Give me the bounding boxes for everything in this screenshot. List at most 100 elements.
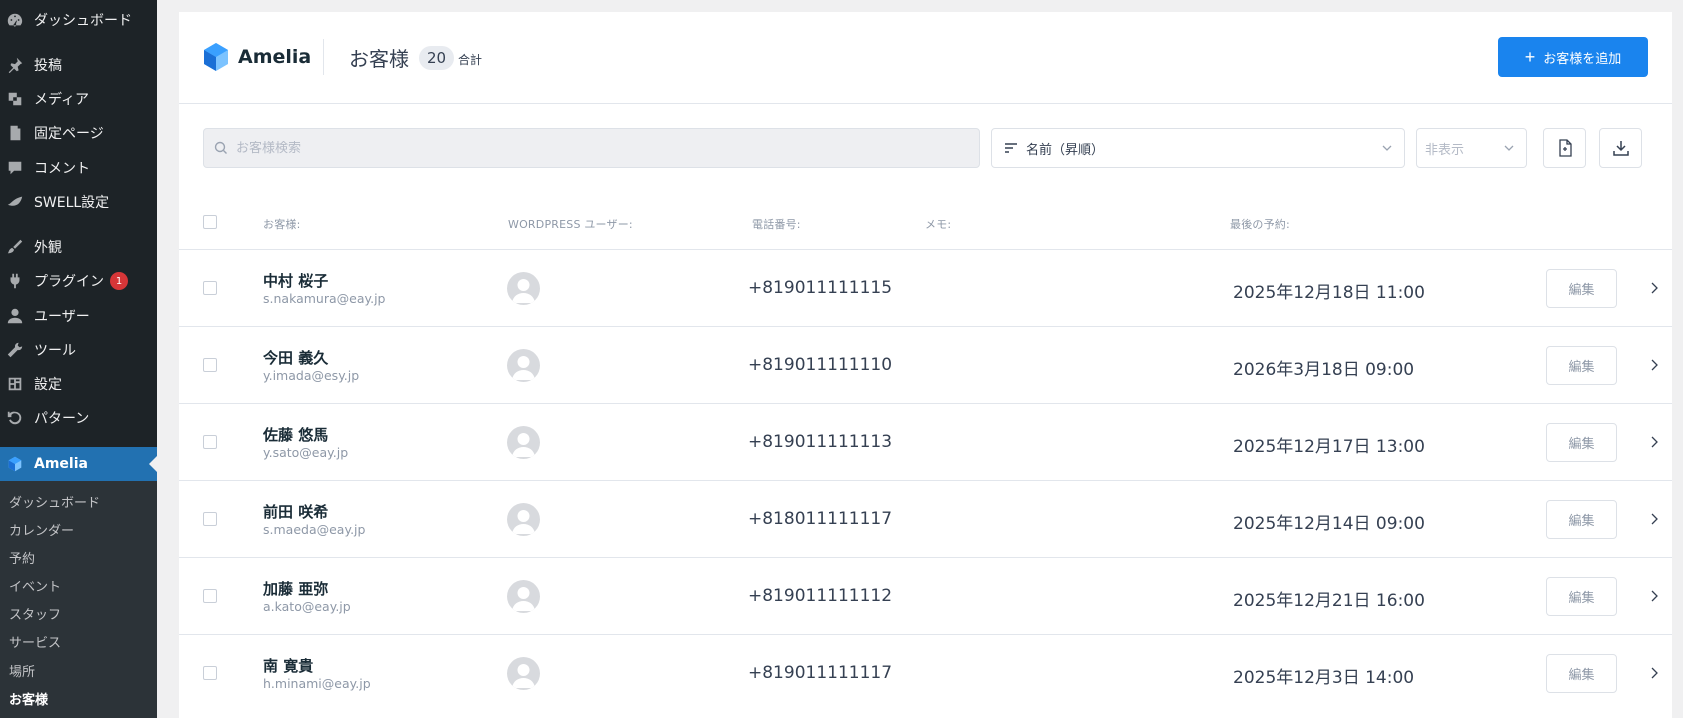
table-row[interactable]: 加藤 亜弥 a.kato@eay.jp +819011111112 2025年1…: [179, 557, 1672, 634]
pattern-icon: [5, 408, 25, 428]
customer-phone: +819011111112: [748, 586, 893, 606]
comment-icon: [5, 158, 25, 178]
submenu-dashboard[interactable]: ダッシュボード: [9, 492, 100, 511]
page-title: お客様: [349, 47, 409, 71]
sidebar-item-label: ツール: [34, 343, 76, 359]
customer-name: 佐藤 悠馬: [263, 426, 329, 444]
sidebar-item-pages[interactable]: 固定ページ: [0, 116, 157, 150]
sidebar-item-tools[interactable]: ツール: [0, 333, 157, 367]
table-row[interactable]: 中村 桜子 s.nakamura@eay.jp +819011111115 20…: [179, 249, 1672, 326]
sidebar-item-comments[interactable]: コメント: [0, 151, 157, 185]
admin-sidebar: ダッシュボード 投稿 メディア 固定ページ コメント SWELL設定 外観 プラ…: [0, 0, 157, 718]
column-header-last-appointment: 最後の予約:: [1230, 218, 1290, 231]
sort-value: 名前（昇順）: [1026, 142, 1105, 158]
customer-email: h.minami@eay.jp: [263, 676, 371, 691]
column-header-wp-user: WORDPRESS ユーザー:: [508, 218, 633, 231]
sidebar-item-plugins[interactable]: プラグイン 1: [0, 264, 157, 298]
sidebar-item-label: パターン: [34, 411, 90, 427]
chevron-right-icon[interactable]: [1649, 281, 1659, 295]
table-row[interactable]: 前田 咲希 s.maeda@eay.jp +818011111117 2025年…: [179, 480, 1672, 557]
user-icon: [5, 306, 25, 326]
submenu-staff[interactable]: スタッフ: [9, 604, 61, 623]
customer-name: 加藤 亜弥: [263, 580, 329, 598]
add-customer-button[interactable]: + お客様を追加: [1498, 37, 1648, 77]
edit-button[interactable]: 編集: [1546, 654, 1617, 693]
search-input[interactable]: [236, 140, 936, 156]
edit-button[interactable]: 編集: [1546, 423, 1617, 462]
submenu-appointments[interactable]: 予約: [9, 548, 35, 567]
row-checkbox[interactable]: [203, 666, 217, 680]
sidebar-item-settings[interactable]: 設定: [0, 367, 157, 401]
last-appointment: 2025年12月14日 09:00: [1233, 514, 1425, 534]
sidebar-item-label: プラグイン: [34, 274, 104, 290]
table-row[interactable]: 今田 義久 y.imada@esy.jp +819011111110 2026年…: [179, 326, 1672, 403]
edit-button[interactable]: 編集: [1546, 269, 1617, 308]
file-import-icon: [1558, 139, 1572, 157]
column-header-memo: メモ:: [925, 218, 952, 231]
amelia-icon: [5, 454, 25, 474]
sidebar-item-patterns[interactable]: パターン: [0, 401, 157, 435]
avatar: [507, 349, 540, 382]
chevron-down-icon: [1382, 145, 1392, 151]
page-icon: [5, 123, 25, 143]
chevron-right-icon[interactable]: [1649, 435, 1659, 449]
customer-search[interactable]: [203, 128, 980, 168]
table-row[interactable]: 南 寛貴 h.minami@eay.jp +819011111117 2025年…: [179, 634, 1672, 711]
submenu-locations[interactable]: 場所: [9, 661, 35, 680]
edit-button[interactable]: 編集: [1546, 500, 1617, 539]
row-checkbox[interactable]: [203, 435, 217, 449]
sidebar-item-label: ユーザー: [34, 309, 90, 325]
sidebar-item-label: 投稿: [34, 58, 62, 74]
settings-icon: [5, 374, 25, 394]
export-button[interactable]: [1599, 128, 1642, 168]
chevron-right-icon[interactable]: [1649, 358, 1659, 372]
column-header-customer: お客様:: [263, 218, 301, 231]
sidebar-item-users[interactable]: ユーザー: [0, 299, 157, 333]
sidebar-item-label: 外観: [34, 240, 62, 256]
customer-count-badge: 20: [419, 46, 455, 70]
amelia-logo-icon: [204, 43, 228, 71]
sidebar-item-posts[interactable]: 投稿: [0, 48, 157, 82]
edit-button[interactable]: 編集: [1546, 577, 1617, 616]
select-all-checkbox[interactable]: [203, 215, 217, 229]
import-button[interactable]: [1543, 128, 1586, 168]
sort-dropdown[interactable]: 名前（昇順）: [991, 128, 1405, 168]
avatar: [507, 426, 540, 459]
swell-icon: [5, 192, 25, 212]
customer-email: y.imada@esy.jp: [263, 368, 360, 383]
sidebar-item-swell[interactable]: SWELL設定: [0, 185, 157, 219]
chevron-right-icon[interactable]: [1649, 666, 1659, 680]
sidebar-item-media[interactable]: メディア: [0, 82, 157, 116]
row-checkbox[interactable]: [203, 512, 217, 526]
row-checkbox[interactable]: [203, 589, 217, 603]
sidebar-item-label: ダッシュボード: [34, 13, 132, 29]
header-divider: [323, 39, 324, 75]
last-appointment: 2026年3月18日 09:00: [1233, 360, 1415, 380]
hide-columns-dropdown[interactable]: 非表示: [1416, 128, 1527, 168]
chevron-down-icon: [1504, 145, 1514, 151]
sidebar-item-label: Amelia: [34, 456, 88, 472]
submenu-events[interactable]: イベント: [9, 576, 61, 595]
pin-icon: [5, 55, 25, 75]
row-checkbox[interactable]: [203, 281, 217, 295]
customer-email: s.nakamura@eay.jp: [263, 291, 386, 306]
download-icon: [1612, 141, 1629, 156]
sidebar-item-appearance[interactable]: 外観: [0, 230, 157, 264]
customer-name: 今田 義久: [263, 349, 329, 367]
submenu-customers[interactable]: お客様: [9, 689, 48, 708]
sidebar-item-dashboard[interactable]: ダッシュボード: [0, 3, 157, 37]
search-icon: [214, 141, 227, 154]
edit-button[interactable]: 編集: [1546, 346, 1617, 385]
submenu-calendar[interactable]: カレンダー: [9, 520, 74, 539]
row-checkbox[interactable]: [203, 358, 217, 372]
table-row[interactable]: 佐藤 悠馬 y.sato@eay.jp +819011111113 2025年1…: [179, 403, 1672, 480]
chevron-right-icon[interactable]: [1649, 589, 1659, 603]
submenu-services[interactable]: サービス: [9, 632, 61, 651]
chevron-right-icon[interactable]: [1649, 512, 1659, 526]
customer-email: s.maeda@eay.jp: [263, 522, 366, 537]
customer-email: a.kato@eay.jp: [263, 599, 351, 614]
sidebar-item-amelia[interactable]: Amelia: [0, 447, 157, 481]
last-appointment: 2025年12月3日 14:00: [1233, 668, 1415, 688]
plus-icon: +: [1524, 47, 1536, 67]
sidebar-item-label: 設定: [34, 377, 62, 393]
